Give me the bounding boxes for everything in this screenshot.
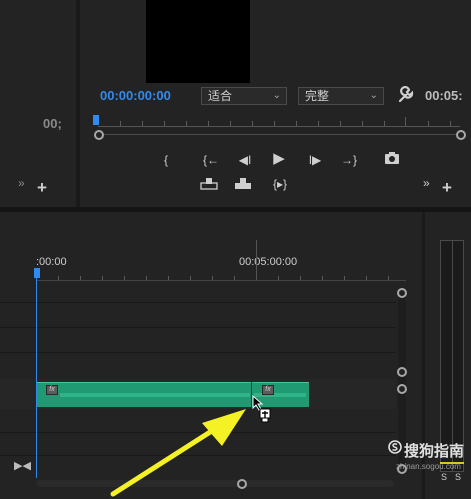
monitor-ruler[interactable] (98, 126, 460, 127)
timeline-horizontal-scrollbar[interactable] (36, 480, 394, 487)
ruler-tick (388, 276, 389, 280)
ruler-tick (234, 276, 235, 280)
fx-badge[interactable]: fx (262, 385, 274, 395)
ruler-tick (366, 276, 367, 280)
watermark-logo-icon (388, 440, 402, 454)
extract-icon[interactable] (234, 176, 252, 192)
ruler-tick (102, 276, 103, 280)
ruler-tick (296, 121, 297, 126)
ruler-major-tick (256, 240, 257, 280)
program-monitor: 00:00:00:00 适合 ⌄ 完整 ⌄ 00:05: { {← ◀I ▶ I… (80, 0, 471, 207)
ruler-tick (146, 276, 147, 280)
ruler-tick (340, 121, 341, 126)
solo-left-button[interactable]: S (441, 472, 447, 482)
ruler-mark-label: 00:05:00:00 (239, 256, 298, 268)
lift-icon[interactable] (200, 176, 218, 192)
fx-badge[interactable]: fx (46, 385, 58, 395)
timeline-playhead[interactable] (34, 268, 40, 278)
track-separator (0, 432, 396, 433)
playhead-timecode[interactable]: 00:00:00:00 (100, 88, 171, 103)
zoom-handle-left[interactable] (94, 130, 104, 140)
ruler-tick (428, 121, 429, 126)
ruler-start-label: :00:00 (36, 256, 67, 268)
source-panel: 00; » + (0, 0, 76, 207)
ruler-tick (300, 276, 301, 280)
ruler-tick (190, 276, 191, 280)
mark-in-icon[interactable]: { (157, 152, 175, 168)
ruler-tick (322, 276, 323, 280)
track-separator (0, 352, 396, 353)
wrench-icon[interactable] (396, 86, 414, 104)
track-separator (0, 455, 396, 456)
vscroll-handle-top[interactable] (397, 288, 407, 298)
insert-icon[interactable]: {▸} (271, 176, 289, 192)
vscroll-handle-top[interactable] (397, 384, 407, 394)
ruler-tick (318, 121, 319, 126)
chevron-down-icon: ⌄ (272, 90, 281, 101)
ruler-tick (80, 276, 81, 280)
playhead-line (36, 278, 37, 478)
ruler-tick (212, 276, 213, 280)
ruler-tick (450, 121, 451, 126)
timeline-ruler[interactable] (36, 280, 406, 281)
resolution-select-value: 完整 (305, 89, 330, 103)
watermark-url: zhinan.sogou.com (396, 462, 461, 471)
button-editor-add-icon[interactable]: + (442, 178, 452, 198)
ripple-edit-cursor-icon (252, 395, 271, 423)
step-forward-icon[interactable]: I▶ (306, 152, 324, 168)
ruler-tick (384, 121, 385, 126)
hscroll-handle[interactable] (237, 479, 247, 489)
monitor-zoom-bar[interactable] (98, 134, 461, 135)
monitor-playhead[interactable] (93, 115, 99, 125)
watermark-name: 搜狗指南 (404, 443, 465, 460)
solo-right-button[interactable]: S (455, 472, 461, 482)
go-to-out-icon[interactable]: →} (340, 152, 358, 168)
play-icon[interactable]: ▶ (270, 151, 288, 167)
track-separator (0, 327, 396, 328)
ruler-tick (362, 121, 363, 126)
ruler-tick (344, 276, 345, 280)
ruler-tick (278, 276, 279, 280)
source-timecode: 00; (43, 116, 62, 131)
audio-waveform (60, 393, 250, 397)
duration-timecode: 00:05: (425, 88, 463, 103)
ruler-tick (164, 121, 165, 126)
video-preview[interactable] (146, 0, 250, 83)
ruler-tick (120, 121, 121, 126)
chevron-down-icon: ⌄ (369, 90, 378, 101)
ruler-tick (405, 117, 406, 126)
export-frame-icon[interactable] (383, 151, 401, 167)
ruler-tick (142, 121, 143, 126)
ruler-tick (230, 121, 231, 126)
vscroll-handle-bottom[interactable] (397, 367, 407, 377)
ruler-tick (186, 121, 187, 126)
go-to-in-icon[interactable]: {← (202, 152, 220, 168)
ruler-tick (274, 121, 275, 126)
resolution-select[interactable]: 完整 ⌄ (298, 87, 384, 105)
ruler-tick (58, 276, 59, 280)
step-back-icon[interactable]: ◀I (236, 152, 254, 168)
ruler-tick (168, 276, 169, 280)
zoom-select-value: 适合 (208, 89, 233, 103)
ruler-tick (208, 121, 209, 126)
more-controls-icon[interactable]: » (423, 176, 430, 190)
ruler-tick (252, 121, 253, 126)
timeline-collapse-icon[interactable]: ▶◀ (14, 459, 31, 472)
ruler-tick (124, 276, 125, 280)
zoom-select[interactable]: 适合 ⌄ (201, 87, 287, 105)
more-panels-icon[interactable]: » (18, 176, 25, 190)
meter-divider (452, 240, 453, 472)
track-separator (0, 302, 396, 303)
zoom-handle-right[interactable] (456, 130, 466, 140)
add-icon[interactable]: + (37, 178, 47, 198)
